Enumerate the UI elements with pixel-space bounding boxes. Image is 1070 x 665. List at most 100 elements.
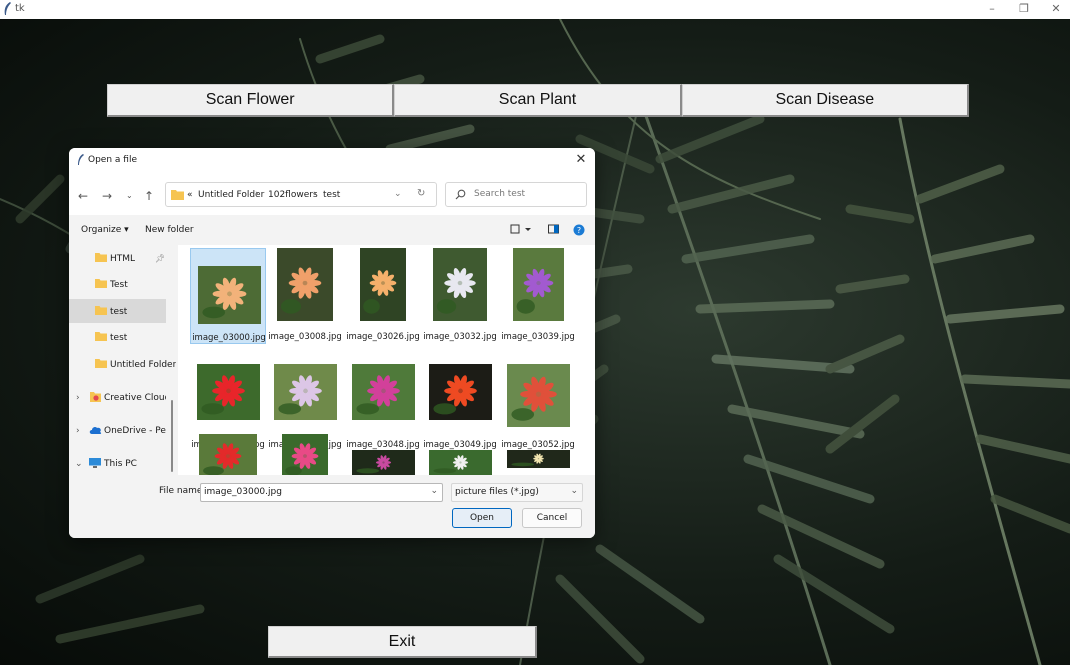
breadcrumb-separator: › bbox=[313, 189, 317, 199]
cancel-button[interactable]: Cancel bbox=[522, 508, 582, 528]
nav-item-label: OneDrive - Perso bbox=[104, 426, 166, 436]
address-bar[interactable]: « Untitled Folder › 102flowers › test ⌄ … bbox=[165, 182, 437, 207]
open-file-dialog: Open a file ✕ ← → ⌄ ↑ « Untitled Folder … bbox=[69, 148, 595, 538]
file-item[interactable] bbox=[500, 434, 576, 475]
search-box[interactable] bbox=[445, 182, 587, 207]
tk-feather-icon bbox=[4, 2, 11, 15]
creative-cloud-icon bbox=[90, 392, 101, 402]
chevron-down-icon[interactable]: ⌄ bbox=[570, 486, 578, 496]
collapse-chevron-icon[interactable]: ⌄ bbox=[75, 459, 83, 469]
address-overflow[interactable]: « bbox=[187, 190, 193, 200]
svg-text:?: ? bbox=[577, 226, 581, 235]
nav-item-creative-cloud[interactable]: › Creative Cloud F bbox=[69, 385, 166, 409]
nav-item-onedrive[interactable]: › OneDrive - Perso bbox=[69, 418, 166, 442]
expand-chevron-icon[interactable]: › bbox=[76, 393, 80, 403]
flower-thumbnail-image bbox=[428, 450, 492, 475]
exit-button[interactable]: Exit bbox=[268, 626, 537, 658]
file-name-label: image_03026.jpg bbox=[346, 332, 420, 342]
file-item[interactable] bbox=[190, 434, 266, 475]
window-title-bar: tk – ❐ ✕ bbox=[0, 0, 1070, 19]
restore-button[interactable]: ❐ bbox=[1010, 0, 1038, 19]
dialog-title: Open a file bbox=[88, 155, 137, 165]
tk-feather-icon bbox=[78, 154, 84, 165]
file-name-value: image_03000.jpg bbox=[204, 487, 282, 497]
dialog-close-button[interactable]: ✕ bbox=[573, 152, 589, 167]
expand-chevron-icon[interactable]: › bbox=[76, 426, 80, 436]
breadcrumb-test[interactable]: test bbox=[323, 190, 340, 200]
folder-icon bbox=[171, 190, 184, 200]
organize-button[interactable]: Organize ▾ bbox=[81, 225, 129, 235]
nav-item-untitled-folder[interactable]: Untitled Folder bbox=[69, 352, 176, 376]
preview-pane-icon[interactable] bbox=[548, 224, 559, 235]
search-icon bbox=[455, 189, 466, 200]
close-window-button[interactable]: ✕ bbox=[1042, 0, 1070, 19]
nav-item-test-selected[interactable]: test bbox=[69, 299, 166, 323]
scan-button-row: Scan Flower Scan Plant Scan Disease bbox=[107, 84, 969, 117]
flower-thumbnail-image bbox=[199, 434, 257, 475]
search-input[interactable] bbox=[472, 188, 581, 200]
file-item[interactable] bbox=[345, 434, 421, 475]
file-name-label: image_03039.jpg bbox=[501, 332, 575, 342]
view-options-icon[interactable] bbox=[510, 224, 532, 235]
chevron-down-icon[interactable]: ⌄ bbox=[430, 486, 438, 496]
nav-item-label: test bbox=[110, 333, 128, 343]
flower-thumbnail-image bbox=[197, 266, 261, 324]
flower-thumbnail-image bbox=[273, 364, 337, 420]
flower-thumbnail-image bbox=[351, 364, 415, 420]
nav-item-label: HTML bbox=[110, 254, 136, 264]
folder-icon bbox=[95, 253, 107, 262]
file-type-value: picture files (*.jpg) bbox=[455, 487, 539, 497]
help-icon[interactable]: ? bbox=[573, 224, 585, 236]
nav-item-label: Untitled Folder bbox=[110, 360, 177, 370]
scan-plant-button[interactable]: Scan Plant bbox=[394, 84, 682, 117]
scan-flower-button[interactable]: Scan Flower bbox=[107, 84, 395, 117]
nav-item-test-2[interactable]: test bbox=[69, 325, 166, 349]
nav-item-label: Creative Cloud F bbox=[104, 393, 166, 403]
file-item[interactable] bbox=[267, 434, 343, 475]
dialog-footer: File name: image_03000.jpg ⌄ picture fil… bbox=[69, 475, 595, 538]
new-folder-button[interactable]: New folder bbox=[145, 225, 194, 235]
nav-item-label: Test bbox=[110, 280, 128, 290]
flower-thumbnail-image bbox=[277, 248, 333, 321]
folder-icon bbox=[95, 359, 107, 368]
nav-item-this-pc[interactable]: ⌄ This PC bbox=[69, 451, 166, 475]
flower-thumbnail-image bbox=[351, 450, 415, 475]
nav-item-html[interactable]: HTML 📌︎ bbox=[69, 246, 166, 270]
file-name-label: image_03032.jpg bbox=[423, 332, 497, 342]
breadcrumb-102flowers[interactable]: 102flowers bbox=[268, 190, 318, 200]
file-item[interactable]: image_03000.jpg bbox=[190, 248, 266, 344]
file-item[interactable]: image_03032.jpg bbox=[422, 248, 498, 344]
file-grid: image_03000.jpg image_03008.jpg image_0302… bbox=[178, 245, 595, 475]
file-item[interactable] bbox=[422, 434, 498, 475]
file-name-label: image_03008.jpg bbox=[268, 332, 342, 342]
dialog-title-bar: Open a file ✕ bbox=[69, 148, 595, 173]
file-item[interactable]: image_03026.jpg bbox=[345, 248, 421, 344]
minimize-button[interactable]: – bbox=[978, 0, 1006, 19]
scan-disease-button[interactable]: Scan Disease bbox=[681, 84, 969, 117]
flower-thumbnail-image bbox=[360, 248, 406, 321]
navigation-bar: ← → ⌄ ↑ « Untitled Folder › 102flowers ›… bbox=[69, 173, 595, 215]
open-button[interactable]: Open bbox=[452, 508, 512, 528]
nav-item-label: test bbox=[110, 307, 128, 317]
refresh-icon[interactable]: ↻ bbox=[417, 188, 425, 199]
folder-icon bbox=[95, 279, 107, 288]
folder-icon bbox=[95, 306, 107, 315]
recent-locations-icon[interactable]: ⌄ bbox=[126, 191, 133, 200]
pin-icon: 📌︎ bbox=[155, 254, 166, 263]
flower-thumbnail-image bbox=[506, 364, 570, 427]
nav-item-label: This PC bbox=[104, 459, 137, 469]
back-arrow-icon[interactable]: ← bbox=[78, 189, 88, 203]
file-type-select[interactable]: picture files (*.jpg) ⌄ bbox=[451, 483, 583, 502]
nav-item-test[interactable]: Test bbox=[69, 272, 166, 296]
file-name-label: image_03000.jpg bbox=[192, 333, 266, 343]
file-item[interactable]: image_03008.jpg bbox=[267, 248, 343, 344]
file-name-input[interactable]: image_03000.jpg ⌄ bbox=[200, 483, 443, 502]
flower-thumbnail-image bbox=[196, 364, 260, 420]
address-dropdown-icon[interactable]: ⌄ bbox=[394, 189, 402, 199]
file-name-label: File name: bbox=[159, 486, 206, 496]
nav-pane-scrollbar[interactable] bbox=[171, 400, 173, 472]
forward-arrow-icon[interactable]: → bbox=[102, 189, 112, 203]
file-item[interactable]: image_03039.jpg bbox=[500, 248, 576, 344]
flower-thumbnail-image bbox=[506, 450, 570, 468]
up-arrow-icon[interactable]: ↑ bbox=[144, 189, 154, 203]
